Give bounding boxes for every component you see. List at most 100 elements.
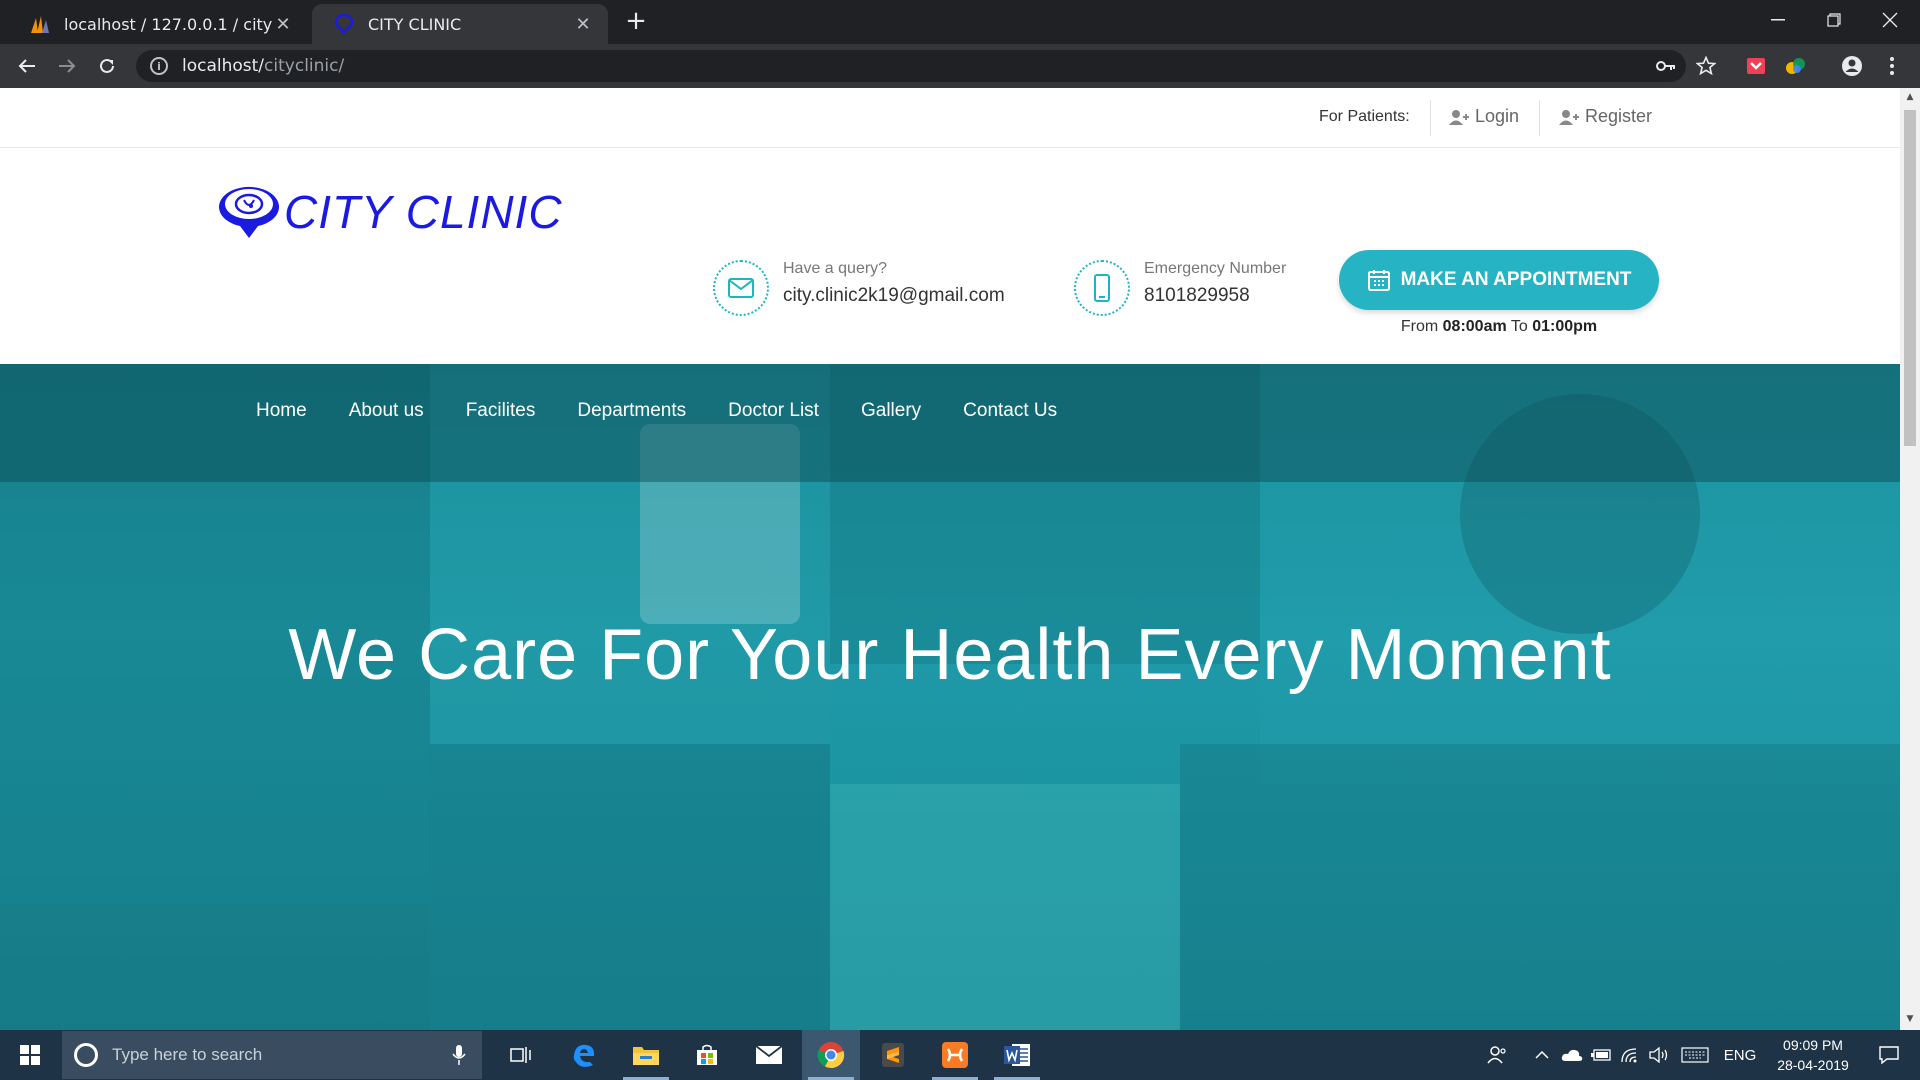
browser-tab-phpmyadmin[interactable]: localhost / 127.0.0.1 / city_clinic | ✕ [8, 4, 308, 44]
page-scrollbar[interactable]: ▲ ▼ [1900, 88, 1920, 1030]
microsoft-store-icon[interactable] [678, 1030, 736, 1080]
forward-arrow-icon[interactable] [52, 52, 82, 80]
people-icon[interactable] [1482, 1030, 1512, 1080]
nav-contact-us[interactable]: Contact Us [963, 400, 1057, 422]
scrollbar-thumb[interactable] [1904, 110, 1916, 446]
hero-banner: Home About us Facilites Departments Doct… [0, 364, 1900, 1030]
close-tab-icon[interactable]: ✕ [572, 13, 594, 35]
phpmyadmin-icon [28, 12, 52, 36]
user-plus-icon [1559, 109, 1579, 125]
battery-icon[interactable] [1588, 1030, 1614, 1080]
taskbar-clock[interactable]: 09:09 PM 28-04-2019 [1770, 1035, 1856, 1075]
restore-icon[interactable] [1806, 0, 1862, 40]
envelope-icon [713, 260, 769, 316]
color-extension-icon[interactable] [1784, 54, 1808, 78]
calendar-icon [1367, 270, 1390, 291]
input-language[interactable]: ENG [1718, 1030, 1762, 1080]
main-nav-bar: Home About us Facilites Departments Doct… [0, 364, 1900, 482]
site-header: CITY CLINIC Have a query? city.clinic2k1… [0, 148, 1900, 364]
address-bar[interactable]: i localhost/cityclinic/ [136, 50, 1686, 82]
nav-departments[interactable]: Departments [577, 400, 686, 422]
tab-title: CITY CLINIC [368, 14, 462, 34]
user-plus-icon [1449, 109, 1469, 125]
menu-dots-icon[interactable] [1880, 54, 1904, 78]
clock-time: 09:09 PM [1783, 1037, 1843, 1053]
emergency-contact: Emergency Number 8101829958 [1074, 258, 1286, 316]
browser-tab-city-clinic[interactable]: CITY CLINIC ✕ [312, 4, 608, 44]
windows-logo-icon [20, 1045, 40, 1065]
logo-text: CITY CLINIC [284, 186, 563, 238]
url-host: localhost/ [182, 56, 265, 76]
email-address[interactable]: city.clinic2k19@gmail.com [783, 285, 1005, 307]
chrome-browser-icon[interactable] [802, 1030, 860, 1080]
xampp-icon[interactable] [926, 1030, 984, 1080]
search-placeholder: Type here to search [112, 1045, 263, 1064]
email-contact: Have a query? city.clinic2k19@gmail.com [713, 258, 1005, 316]
task-view-icon[interactable] [492, 1030, 550, 1080]
url-path: cityclinic/ [264, 56, 345, 76]
site-logo[interactable]: CITY CLINIC [216, 184, 563, 240]
back-arrow-icon[interactable] [12, 52, 42, 80]
close-tab-icon[interactable]: ✕ [272, 13, 294, 35]
hours-from-label: From [1400, 318, 1439, 335]
mail-icon[interactable] [740, 1030, 798, 1080]
hero-headline: We Care For Your Health Every Moment [288, 615, 1612, 695]
login-label: Login [1475, 106, 1520, 126]
file-explorer-icon[interactable] [617, 1030, 675, 1080]
browser-toolbar: i localhost/cityclinic/ [0, 44, 1920, 88]
register-link[interactable]: Register [1559, 106, 1652, 127]
cortana-icon [74, 1043, 98, 1067]
show-hidden-icons-chevron-icon[interactable] [1530, 1030, 1554, 1080]
divider [1430, 100, 1431, 136]
for-patients-label: For Patients: [1319, 108, 1410, 125]
nav-gallery[interactable]: Gallery [861, 400, 921, 422]
main-nav: Home About us Facilites Departments Doct… [256, 400, 1099, 422]
windows-taskbar: Type here to search ENG 09:09 PM 28-04-2… [0, 1030, 1920, 1080]
keyboard-icon[interactable] [1678, 1030, 1712, 1080]
edge-browser-icon[interactable] [555, 1030, 613, 1080]
notification-center-icon[interactable] [1864, 1030, 1914, 1080]
scroll-up-arrow-icon[interactable]: ▲ [1905, 92, 1915, 102]
bookmark-star-icon[interactable] [1694, 54, 1718, 78]
hours-to-label: To [1510, 318, 1528, 335]
key-icon[interactable] [1654, 54, 1678, 78]
opening-hours: From 08:00am To 01:00pm [1339, 318, 1659, 336]
mobile-phone-icon [1074, 260, 1130, 316]
new-tab-button[interactable]: + [622, 8, 650, 36]
windows-start-button[interactable] [0, 1030, 60, 1080]
query-label: Have a query? [783, 260, 888, 277]
taskbar-search-box[interactable]: Type here to search [62, 1031, 482, 1079]
scroll-down-arrow-icon[interactable]: ▼ [1905, 1014, 1915, 1024]
city-clinic-favicon-icon [332, 12, 356, 36]
profile-avatar-icon[interactable] [1840, 54, 1864, 78]
wifi-icon[interactable] [1616, 1030, 1642, 1080]
page-viewport: For Patients: Login Register CITY CLINIC [0, 88, 1900, 1030]
stethoscope-pin-logo-icon [219, 186, 279, 238]
nav-facilities[interactable]: Facilites [466, 400, 536, 422]
reload-icon[interactable] [92, 52, 122, 80]
close-window-icon[interactable] [1862, 0, 1918, 40]
sublime-text-icon[interactable] [864, 1030, 922, 1080]
hours-close: 01:00pm [1532, 318, 1598, 335]
patient-topbar: For Patients: Login Register [0, 88, 1900, 148]
microphone-icon[interactable] [452, 1044, 466, 1066]
make-appointment-button[interactable]: MAKE AN APPOINTMENT [1339, 250, 1659, 310]
login-link[interactable]: Login [1449, 106, 1519, 127]
word-icon[interactable] [988, 1030, 1046, 1080]
nav-doctor-list[interactable]: Doctor List [728, 400, 819, 422]
divider [1539, 100, 1540, 136]
emergency-number[interactable]: 8101829958 [1144, 285, 1286, 307]
emergency-label: Emergency Number [1144, 260, 1287, 277]
nav-home[interactable]: Home [256, 400, 307, 422]
site-info-icon[interactable]: i [150, 57, 168, 75]
url-text: localhost/cityclinic/ [182, 56, 344, 76]
register-label: Register [1585, 106, 1653, 126]
volume-icon[interactable] [1646, 1030, 1672, 1080]
nav-about-us[interactable]: About us [349, 400, 424, 422]
browser-tab-bar: localhost / 127.0.0.1 / city_clinic | ✕ … [0, 0, 1920, 44]
hours-open: 08:00am [1442, 318, 1507, 335]
onedrive-cloud-icon[interactable] [1558, 1030, 1586, 1080]
pocket-extension-icon[interactable] [1744, 54, 1768, 78]
tab-title: localhost / 127.0.0.1 / city_clinic | [64, 14, 272, 34]
minimize-icon[interactable] [1750, 0, 1806, 40]
